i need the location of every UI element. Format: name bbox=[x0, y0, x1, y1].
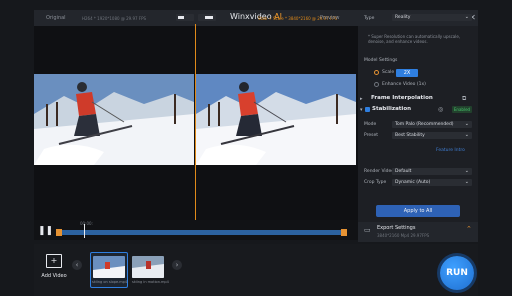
scale-2x-button[interactable]: 2X bbox=[396, 69, 418, 77]
split-view-icon bbox=[178, 16, 184, 19]
chevron-down-icon: ⌄ bbox=[464, 132, 469, 138]
preview-label: Preview bbox=[320, 15, 340, 21]
chevron-up-icon[interactable]: ⌃ bbox=[466, 225, 472, 233]
original-meta: H264 * 1920*1080 @ 29.97 FPS bbox=[82, 16, 147, 21]
mode-select[interactable]: Tom Palo (Recommended) ⌄ bbox=[392, 121, 472, 128]
video-thumb-2[interactable] bbox=[132, 256, 164, 278]
trim-start-handle[interactable] bbox=[56, 229, 62, 236]
mode-value: Tom Palo (Recommended) bbox=[395, 122, 454, 127]
type-label: Type bbox=[364, 16, 375, 21]
collapse-arrow-icon[interactable]: ▾ bbox=[360, 107, 363, 113]
enhance-label: Enhance Video (1x) bbox=[382, 82, 426, 87]
stabilization-title: Stabilization bbox=[372, 106, 412, 112]
original-frame bbox=[34, 74, 194, 165]
mode-label: Mode bbox=[364, 122, 377, 127]
chevron-down-icon: ⌄ bbox=[464, 121, 469, 127]
stabilization-checkbox[interactable] bbox=[365, 107, 370, 112]
crop-select[interactable]: Dynamic (Auto) ⌄ bbox=[392, 179, 472, 186]
preset-label: Preset bbox=[364, 133, 379, 138]
chevron-down-icon: ⌄ bbox=[464, 14, 469, 20]
export-title: Export Settings bbox=[377, 225, 416, 231]
pause-icon[interactable]: ❚❚ bbox=[38, 226, 53, 236]
sr-description: * Super Resolution can automatically ups… bbox=[368, 34, 461, 44]
scale-label: Scale bbox=[382, 70, 395, 75]
export-meta: 3840*2160 Mp4 29.97FPS bbox=[377, 233, 430, 238]
export-icon: ▭ bbox=[364, 226, 371, 234]
expand-arrow-icon[interactable]: ▸ bbox=[360, 96, 363, 102]
stabilize-icon: ◎ bbox=[438, 106, 444, 113]
single-view-icon bbox=[205, 16, 213, 19]
preset-value: Best Stability bbox=[395, 133, 425, 138]
trim-end-handle[interactable] bbox=[341, 229, 347, 236]
export-settings[interactable] bbox=[358, 222, 478, 242]
video-thumb-1[interactable] bbox=[93, 256, 125, 278]
add-video-label: Add Video bbox=[41, 273, 67, 279]
current-time: 00:00: bbox=[80, 221, 93, 226]
playhead[interactable] bbox=[84, 224, 85, 238]
render-value: Default bbox=[395, 169, 412, 174]
crop-label: Crop Type bbox=[364, 180, 387, 185]
frame-interp-title[interactable]: Frame Interpolation bbox=[371, 95, 433, 101]
video-thumb-1-label: skiing on slope.mp4 bbox=[92, 280, 128, 284]
scale-radio[interactable] bbox=[374, 70, 379, 75]
prev-icon[interactable]: ‹ bbox=[72, 260, 82, 270]
model-settings-label: Model Settings bbox=[364, 58, 398, 63]
original-label: Original bbox=[46, 15, 66, 21]
chevron-down-icon: ⌄ bbox=[464, 168, 469, 174]
enabled-badge: Enabled bbox=[452, 106, 472, 113]
feature-intro-link[interactable]: Feature Intro bbox=[436, 148, 465, 153]
timeline-track[interactable] bbox=[56, 230, 346, 235]
add-video-icon: + bbox=[46, 254, 62, 268]
video-thumb-2-label: skiing in motion.mp4 bbox=[132, 280, 169, 284]
run-button[interactable]: RUN bbox=[440, 256, 474, 290]
preset-select[interactable]: Best Stability ⌄ bbox=[392, 132, 472, 139]
type-value: Reality bbox=[395, 15, 411, 20]
frame-interp-icon: ⧉ bbox=[462, 95, 467, 102]
crop-value: Dynamic (Auto) bbox=[395, 180, 431, 185]
enhanced-frame bbox=[196, 74, 356, 165]
next-icon[interactable]: › bbox=[172, 260, 182, 270]
render-label: Render Video bbox=[364, 169, 395, 174]
chevron-down-icon: ⌄ bbox=[464, 179, 469, 185]
add-video-button[interactable]: + Add Video bbox=[40, 254, 68, 284]
render-select[interactable]: Default ⌄ bbox=[392, 168, 472, 175]
enhance-radio[interactable] bbox=[374, 82, 379, 87]
type-select[interactable]: Reality ⌄ bbox=[392, 14, 472, 21]
apply-to-all-button[interactable]: Apply to All bbox=[376, 205, 460, 217]
